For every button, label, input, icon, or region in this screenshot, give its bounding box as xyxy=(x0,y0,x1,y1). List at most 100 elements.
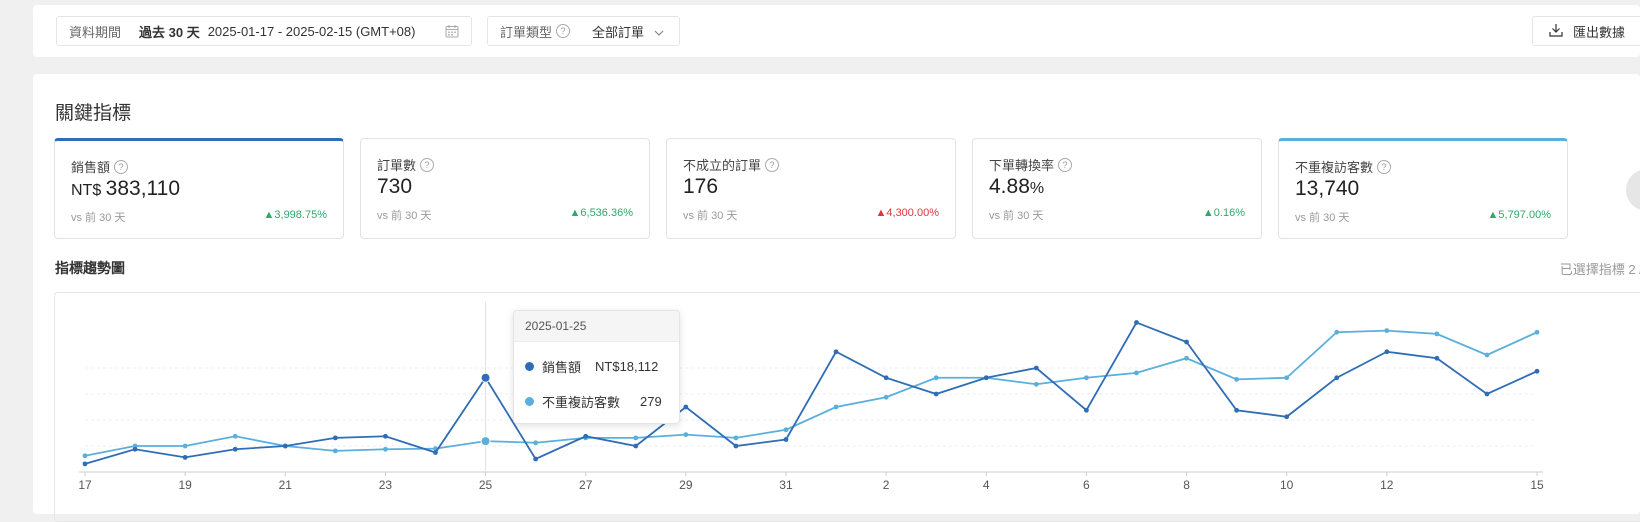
x-tick-label: 15 xyxy=(1530,478,1544,492)
selected-indicators[interactable]: 已選擇指標 2 /4 xyxy=(1560,259,1640,278)
data-point xyxy=(733,435,739,441)
tooltip-row: 銷售額 NT$18,112 xyxy=(525,357,658,376)
metric-label: 訂單數 xyxy=(377,158,417,173)
chart-tooltip: 2025-01-25 銷售額 NT$18,112 不重複訪客數 279 xyxy=(513,310,680,424)
metric-value-wrap: NT$ 383,110 xyxy=(71,177,180,201)
metric-label-wrap: 銷售額? xyxy=(71,157,129,176)
order-type-filter[interactable]: 訂單類型 ? 全部訂單 xyxy=(487,16,680,46)
metric-value: 730 xyxy=(377,175,413,198)
x-tick-label: 2 xyxy=(883,478,890,492)
data-point xyxy=(783,427,789,433)
data-point xyxy=(1134,320,1139,325)
data-point xyxy=(683,404,689,410)
data-point xyxy=(332,435,338,441)
data-point xyxy=(232,433,238,439)
data-point xyxy=(1184,339,1189,345)
data-point xyxy=(1184,355,1189,361)
data-point xyxy=(1434,355,1440,361)
metric-label-wrap: 不重複訪客數? xyxy=(1295,157,1392,176)
data-point xyxy=(182,454,188,460)
metric-change: ▲6,536.36% xyxy=(569,207,634,219)
metric-value: 13,740 xyxy=(1295,177,1360,200)
data-point xyxy=(733,443,739,449)
metric-change-value: 4,300.00% xyxy=(886,207,939,219)
series-line xyxy=(84,321,1538,465)
data-point xyxy=(1084,407,1089,413)
help-icon[interactable]: ? xyxy=(420,157,435,172)
data-point xyxy=(1234,407,1240,413)
metric-label-wrap: 下單轉換率? xyxy=(989,155,1073,174)
calendar-icon xyxy=(445,24,459,41)
x-tick-label: 25 xyxy=(479,478,493,492)
carousel-next-button[interactable] xyxy=(1626,169,1640,211)
data-point xyxy=(1484,391,1490,397)
data-point xyxy=(433,450,438,455)
date-range-filter[interactable]: 資料期間 過去 30 天 2025-01-17 - 2025-02-15 (GM… xyxy=(56,16,472,46)
data-point xyxy=(833,349,839,355)
tooltip-series-value: 279 xyxy=(640,394,662,409)
period-label: 資料期間 xyxy=(69,24,122,40)
metric-change: ▲0.16% xyxy=(1202,207,1245,219)
metric-compare: vs 前 30 天 xyxy=(683,210,738,222)
metric-change-value: 5,797.00% xyxy=(1498,209,1551,221)
data-point xyxy=(1284,375,1290,381)
metric-label: 銷售額 xyxy=(71,160,111,175)
metric-label: 下單轉換率 xyxy=(989,158,1055,173)
data-point xyxy=(1284,414,1290,420)
data-point xyxy=(282,443,288,449)
metric-card-orders[interactable]: 訂單數? 730 vs 前 30 天 ▲6,536.36% xyxy=(360,138,650,239)
metric-card-sales[interactable]: 銷售額? NT$ 383,110 vs 前 30 天 ▲3,998.75% xyxy=(54,138,344,239)
metric-compare: vs 前 30 天 xyxy=(377,210,432,222)
help-icon[interactable]: ? xyxy=(765,157,780,172)
data-point xyxy=(983,375,989,381)
data-point xyxy=(933,375,939,381)
metric-label: 不重複訪客數 xyxy=(1295,160,1374,175)
metric-card-conversion-rate[interactable]: 下單轉換率? 4.88% vs 前 30 天 ▲0.16% xyxy=(972,138,1262,239)
help-icon[interactable]: ? xyxy=(556,24,571,38)
metric-value: 383,110 xyxy=(105,177,181,200)
metric-card-failed-orders[interactable]: 不成立的訂單? 176 vs 前 30 天 ▲4,300.00% xyxy=(666,138,956,239)
series-dot-icon xyxy=(525,362,534,371)
order-type-label: 訂單類型 xyxy=(500,24,553,40)
x-tick-label: 29 xyxy=(679,478,693,492)
metric-change: ▲4,300.00% xyxy=(875,207,940,219)
data-point xyxy=(1484,352,1490,358)
metric-label: 不成立的訂單 xyxy=(683,158,762,173)
data-point xyxy=(933,391,939,397)
main-panel: 關鍵指標 銷售額? NT$ 383,110 vs 前 30 天 ▲3,998.7… xyxy=(33,74,1640,522)
data-point xyxy=(1334,375,1340,381)
data-point xyxy=(1084,375,1089,381)
order-type-value: 全部訂單 xyxy=(592,24,645,40)
x-tick-label: 27 xyxy=(579,478,593,492)
data-point xyxy=(633,443,639,449)
help-icon[interactable]: ? xyxy=(1377,159,1392,174)
metric-compare: vs 前 30 天 xyxy=(989,210,1044,222)
data-point xyxy=(1033,365,1039,371)
period-value: 過去 30 天 xyxy=(139,24,200,40)
x-tick-label: 10 xyxy=(1280,478,1294,492)
x-tick-label: 8 xyxy=(1183,478,1190,492)
help-icon[interactable]: ? xyxy=(1058,157,1073,172)
help-icon[interactable]: ? xyxy=(114,159,129,174)
metric-card-unique-visitors[interactable]: 不重複訪客數? 13,740 vs 前 30 天 ▲5,797.00% xyxy=(1278,138,1568,239)
tooltip-series-name: 不重複訪客數 xyxy=(542,395,621,410)
series-dot-icon xyxy=(525,397,534,406)
data-point xyxy=(182,443,188,449)
metric-value: 176 xyxy=(683,175,719,198)
data-point xyxy=(480,372,491,383)
data-point xyxy=(883,375,889,381)
data-point xyxy=(383,433,388,439)
tooltip-series-name: 銷售額 xyxy=(542,360,582,375)
metric-change-value: 3,998.75% xyxy=(274,209,327,221)
x-tick-label: 6 xyxy=(1083,478,1090,492)
x-tick-label: 23 xyxy=(379,478,393,492)
data-point xyxy=(683,432,689,438)
chevron-down-icon xyxy=(654,24,664,39)
data-point xyxy=(533,456,539,462)
metric-compare: vs 前 30 天 xyxy=(1295,212,1350,224)
metric-value-wrap: 4.88% xyxy=(989,175,1044,199)
data-point xyxy=(633,435,639,441)
export-button[interactable]: 匯出數據 xyxy=(1532,16,1640,46)
filter-bar: 資料期間 過去 30 天 2025-01-17 - 2025-02-15 (GM… xyxy=(33,5,1640,57)
trend-chart: 17 19 21 23 25 27 29 31 2 4 6 8 10 12 15 xyxy=(78,302,1544,492)
